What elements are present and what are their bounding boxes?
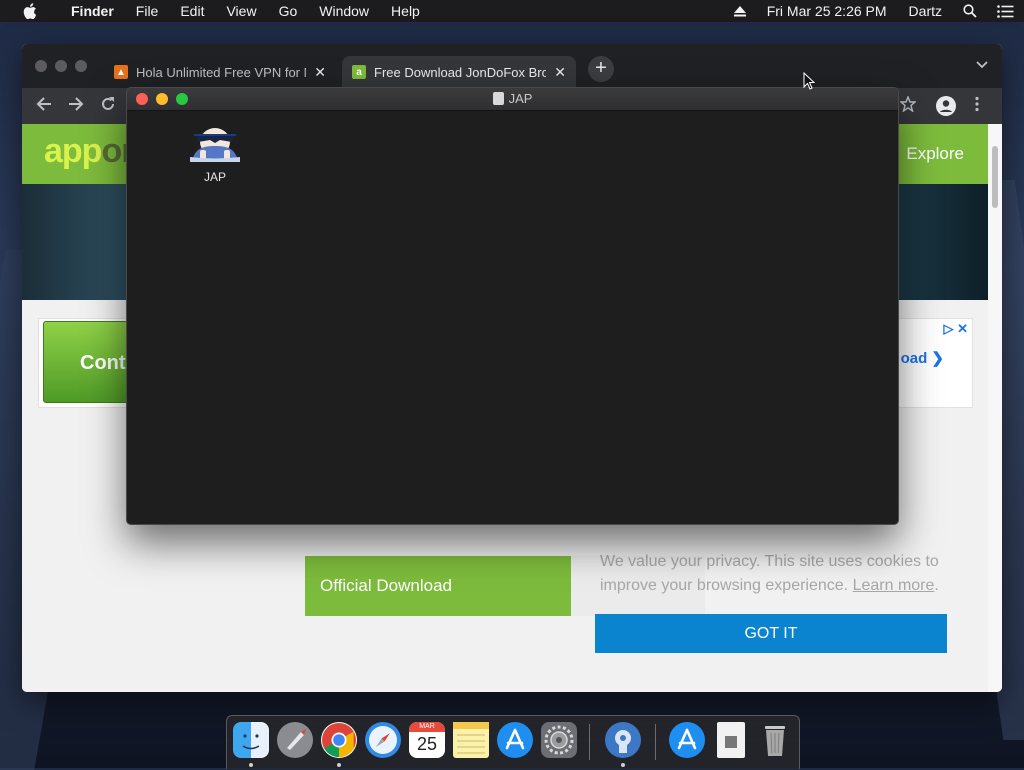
reload-icon[interactable] <box>100 96 116 117</box>
scrollbar-thumb[interactable] <box>992 146 998 208</box>
system-preferences-icon[interactable] <box>541 722 577 758</box>
disk-image-icon <box>492 92 504 105</box>
finder-icon[interactable] <box>233 722 269 758</box>
app-label: JAP <box>203 170 226 184</box>
close-tab-icon[interactable]: ✕ <box>554 64 566 81</box>
jap-app-icon <box>190 128 240 162</box>
chrome-icon[interactable] <box>321 722 357 758</box>
ad-close-icon[interactable]: ✕ <box>957 321 968 336</box>
jap-running-indicator <box>621 763 625 767</box>
menubar-clock[interactable]: Fri Mar 25 2:26 PM <box>756 0 898 22</box>
dock: MAR 25 <box>226 715 800 769</box>
window-title-text: JAP <box>508 91 533 106</box>
finder-title-bar[interactable]: JAP <box>127 88 898 111</box>
forward-arrow-icon[interactable] <box>68 96 84 117</box>
menu-help[interactable]: Help <box>380 0 431 22</box>
ad-link-text: oad <box>900 350 928 367</box>
applications-folder-icon[interactable] <box>669 722 705 758</box>
chrome-running-indicator <box>337 763 341 767</box>
tab-hola-vpn[interactable]: ▲ Hola Unlimited Free VPN for Mac ✕ <box>104 56 336 88</box>
chevron-right-icon: ❯ <box>931 350 944 367</box>
menu-go[interactable]: Go <box>268 0 309 22</box>
learn-more-link[interactable]: Learn more <box>853 577 935 594</box>
menu-edit[interactable]: Edit <box>169 0 215 22</box>
back-arrow-icon[interactable] <box>36 96 52 117</box>
ad-download-link[interactable]: oad ❯ <box>901 349 944 367</box>
cookie-notice-period: . <box>934 577 939 594</box>
menu-window[interactable]: Window <box>308 0 380 22</box>
close-tab-icon[interactable]: ✕ <box>314 64 326 81</box>
tab-jondofox[interactable]: a Free Download JonDoFox Browser ✕ <box>342 56 576 88</box>
ad-choices[interactable]: ▷ ✕ <box>943 321 968 337</box>
finder-running-indicator <box>249 763 253 767</box>
launchpad-icon[interactable] <box>277 722 313 758</box>
dock-separator <box>655 724 656 760</box>
window-title: JAP <box>127 91 898 106</box>
eject-icon[interactable] <box>724 0 756 22</box>
dock-separator <box>589 724 590 760</box>
cookie-notice: We value your privacy. This site uses co… <box>600 550 960 598</box>
kebab-menu-icon[interactable] <box>974 96 980 117</box>
tab-title: Free Download JonDoFox Browser <box>374 64 547 80</box>
calendar-icon[interactable]: MAR 25 <box>409 722 445 758</box>
menu-view[interactable]: View <box>215 0 267 22</box>
mouse-cursor-icon <box>803 71 816 95</box>
trash-icon[interactable] <box>757 722 793 758</box>
profile-icon[interactable] <box>936 96 956 121</box>
apple-icon[interactable] <box>0 3 60 19</box>
new-tab-button[interactable]: + <box>588 56 614 82</box>
menu-app-finder[interactable]: Finder <box>60 0 125 22</box>
hola-favicon-icon: ▲ <box>114 65 128 79</box>
official-download-button[interactable]: Official Download <box>305 556 571 616</box>
browser-minimize-button[interactable] <box>55 60 67 72</box>
finder-window-jap: JAP JAP <box>126 87 899 525</box>
menu-bar: Finder File Edit View Go Window Help Fri… <box>0 0 1024 22</box>
nav-explore-link[interactable]: Explore <box>906 144 964 164</box>
page-scrollbar[interactable] <box>988 124 1002 692</box>
got-it-button[interactable]: GOT IT <box>595 614 947 653</box>
tab-title: Hola Unlimited Free VPN for Mac <box>136 64 306 80</box>
jap-app-item[interactable]: JAP <box>189 122 241 192</box>
menubar-user[interactable]: Dartz <box>898 0 953 22</box>
logo-text-a: app <box>44 132 102 170</box>
tab-search-chevron-icon[interactable] <box>976 58 988 72</box>
tab-strip: ▲ Hola Unlimited Free VPN for Mac ✕ a Fr… <box>22 44 1002 88</box>
bookmark-star-icon[interactable] <box>899 95 917 117</box>
menu-file[interactable]: File <box>125 0 170 22</box>
document-icon[interactable] <box>717 722 745 758</box>
notes-icon[interactable] <box>453 722 489 758</box>
adchoices-play-icon[interactable]: ▷ <box>943 321 953 336</box>
notification-center-icon[interactable] <box>987 0 1024 22</box>
appoid-favicon-icon: a <box>352 65 366 79</box>
jap-installer-icon[interactable] <box>605 722 641 758</box>
browser-zoom-button[interactable] <box>75 60 87 72</box>
calendar-month: MAR <box>409 722 445 732</box>
safari-icon[interactable] <box>365 722 401 758</box>
calendar-day: 25 <box>416 734 438 754</box>
spotlight-search-icon[interactable] <box>953 0 987 22</box>
browser-close-button[interactable] <box>35 60 47 72</box>
site-logo[interactable]: appor <box>44 132 134 171</box>
app-store-icon[interactable] <box>497 722 533 758</box>
